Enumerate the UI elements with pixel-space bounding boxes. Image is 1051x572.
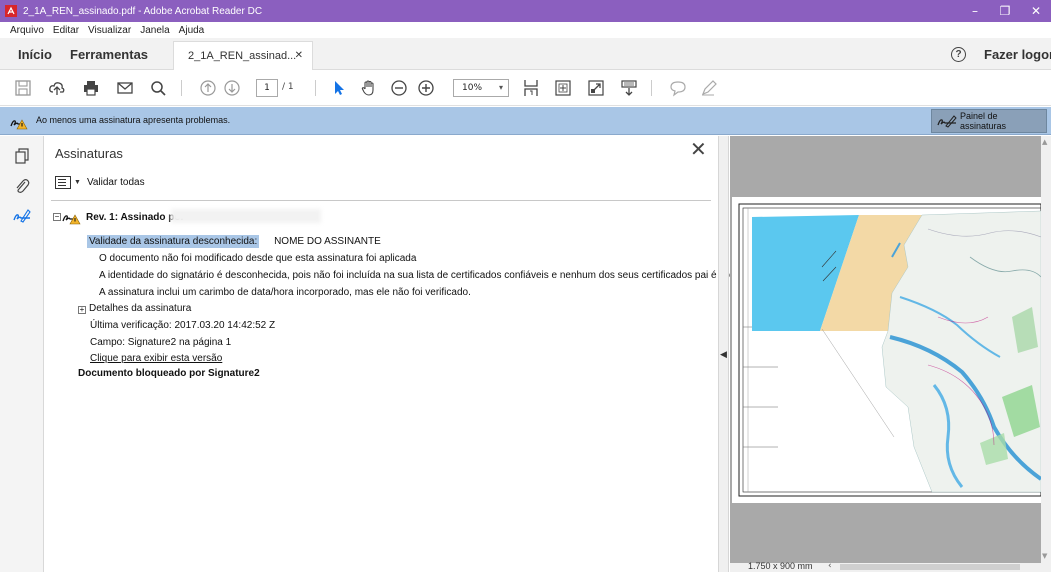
- signature-warning-icon: [10, 119, 28, 130]
- email-icon[interactable]: [115, 78, 135, 98]
- sign-pen-icon[interactable]: [699, 78, 719, 98]
- signature-warning-message: Ao menos uma assinatura apresenta proble…: [36, 115, 231, 125]
- navigation-rail: [0, 136, 44, 572]
- signature-revision-row[interactable]: − Rev. 1: Assinado por: [53, 209, 184, 225]
- page-thumbnails-icon[interactable]: [12, 146, 32, 166]
- read-mode-icon[interactable]: [619, 78, 639, 98]
- validity-detail-line: A assinatura inclui um carimbo de data/h…: [99, 287, 471, 298]
- close-tab-icon[interactable]: ✕: [295, 50, 303, 61]
- tab-tools[interactable]: Ferramentas: [70, 38, 148, 70]
- validity-detail-line: A identidade do signatário é desconhecid…: [99, 270, 759, 281]
- scroll-down-icon[interactable]: ▼: [1042, 552, 1047, 560]
- document-view[interactable]: [730, 136, 1041, 572]
- signatures-panel-icon[interactable]: [12, 206, 32, 226]
- menu-bar: Arquivo Editar Visualizar Janela Ajuda: [0, 22, 1051, 38]
- maximize-button[interactable]: ❐: [990, 0, 1020, 22]
- signature-pen-icon: [937, 115, 957, 128]
- minimize-button[interactable]: –: [960, 0, 990, 22]
- pdf-page: [732, 197, 1041, 503]
- menu-editar[interactable]: Editar: [53, 25, 79, 36]
- cloud-upload-icon[interactable]: [47, 78, 67, 98]
- panel-title: Assinaturas: [55, 146, 123, 161]
- zoom-level-select[interactable]: 10% ▾: [453, 79, 509, 97]
- signature-details-label: Detalhes da assinatura: [89, 303, 192, 314]
- save-icon[interactable]: [13, 78, 33, 98]
- page-size-label: 1.750 x 900 mm: [748, 561, 813, 571]
- validity-status-label: Validade da assinatura desconhecida:: [87, 235, 260, 248]
- acrobat-app-icon: [5, 5, 17, 17]
- chevron-down-icon: ▾: [498, 83, 503, 92]
- zoom-level-value: 10%: [462, 83, 483, 93]
- toolbar-separator: [181, 80, 182, 96]
- acrobat-window: 2_1A_REN_assinado.pdf - Adobe Acrobat Re…: [0, 0, 1051, 572]
- attachments-icon[interactable]: [12, 176, 32, 196]
- scroll-up-icon[interactable]: ▲: [1042, 138, 1047, 146]
- signature-warning-bar: Ao menos uma assinatura apresenta proble…: [0, 107, 1051, 135]
- close-window-button[interactable]: ✕: [1021, 0, 1051, 22]
- next-page-icon[interactable]: [222, 78, 242, 98]
- menu-arquivo[interactable]: Arquivo: [10, 25, 44, 36]
- expand-icon[interactable]: +: [78, 306, 86, 314]
- map-drawing: [738, 203, 1041, 497]
- vertical-scrollbar[interactable]: ▲ ▼: [1041, 136, 1051, 572]
- signature-details-row[interactable]: + Detalhes da assinatura: [78, 303, 191, 314]
- previous-page-icon[interactable]: [198, 78, 218, 98]
- collapse-panel-icon[interactable]: ◀: [720, 350, 727, 360]
- select-cursor-icon[interactable]: [329, 78, 349, 98]
- validate-all-button[interactable]: ▼ Validar todas: [55, 176, 145, 189]
- tab-document-label: 2_1A_REN_assinad...: [188, 50, 297, 62]
- options-list-icon: [55, 176, 71, 189]
- horizontal-scrollbar-thumb[interactable]: [840, 564, 1020, 570]
- comment-icon[interactable]: [668, 78, 688, 98]
- main-toolbar: 1 / 1 10% ▾: [0, 70, 1051, 106]
- signer-name: NOME DO ASSINANTE: [274, 236, 381, 247]
- zoom-out-icon[interactable]: [389, 78, 409, 98]
- redacted-signer-name: [171, 209, 321, 223]
- fit-page-icon[interactable]: [521, 78, 541, 98]
- collapse-icon[interactable]: −: [53, 213, 61, 221]
- scroll-left-icon[interactable]: ‹: [828, 561, 832, 571]
- page-number-input[interactable]: 1: [256, 79, 278, 97]
- last-verification: Última verificação: 2017.03.20 14:42:52 …: [90, 320, 276, 331]
- menu-ajuda[interactable]: Ajuda: [179, 25, 205, 36]
- help-icon[interactable]: ?: [951, 47, 966, 62]
- document-status-bar: 1.750 x 900 mm ‹: [730, 561, 1041, 572]
- panel-splitter[interactable]: ◀: [718, 136, 729, 572]
- tab-bar: Início Ferramentas 2_1A_REN_assinad... ✕…: [0, 38, 1051, 70]
- signature-validity-row[interactable]: Validade da assinatura desconhecida: NOM…: [87, 235, 381, 248]
- title-bar[interactable]: 2_1A_REN_assinado.pdf - Adobe Acrobat Re…: [0, 0, 1051, 22]
- zoom-in-icon[interactable]: [416, 78, 436, 98]
- hand-tool-icon[interactable]: [359, 78, 379, 98]
- validate-all-label: Validar todas: [86, 177, 145, 188]
- signature-panel-label: Painel de assinaturas: [959, 111, 1007, 131]
- menu-visualizar[interactable]: Visualizar: [88, 25, 131, 36]
- panel-divider: [51, 200, 711, 201]
- menu-janela[interactable]: Janela: [140, 25, 169, 36]
- document-locked-notice: Documento bloqueado por Signature2: [78, 368, 260, 379]
- toolbar-separator: [315, 80, 316, 96]
- chevron-down-icon: ▼: [74, 179, 81, 186]
- signature-warning-icon: [62, 214, 81, 225]
- window-title: 2_1A_REN_assinado.pdf - Adobe Acrobat Re…: [23, 5, 263, 17]
- close-panel-icon[interactable]: ✕: [690, 140, 707, 160]
- print-icon[interactable]: [81, 78, 101, 98]
- page-total: / 1: [282, 82, 294, 92]
- revision-label: Rev. 1: Assinado por: [86, 211, 185, 223]
- view-version-link[interactable]: Clique para exibir esta versão: [90, 353, 222, 364]
- signatures-panel: Assinaturas ✕ ▼ Validar todas − Rev. 1: …: [45, 136, 759, 572]
- full-screen-icon[interactable]: [586, 78, 606, 98]
- signature-field: Campo: Signature2 na página 1: [90, 337, 232, 348]
- tab-home[interactable]: Início: [18, 38, 52, 70]
- search-icon[interactable]: [148, 78, 168, 98]
- tab-document[interactable]: 2_1A_REN_assinad... ✕: [173, 41, 313, 70]
- fit-width-icon[interactable]: [553, 78, 573, 98]
- logout-button[interactable]: Fazer logon: [984, 38, 1051, 70]
- signature-panel-button[interactable]: Painel de assinaturas: [931, 109, 1047, 133]
- validity-detail-line: O documento não foi modificado desde que…: [99, 253, 417, 264]
- toolbar-separator: [651, 80, 652, 96]
